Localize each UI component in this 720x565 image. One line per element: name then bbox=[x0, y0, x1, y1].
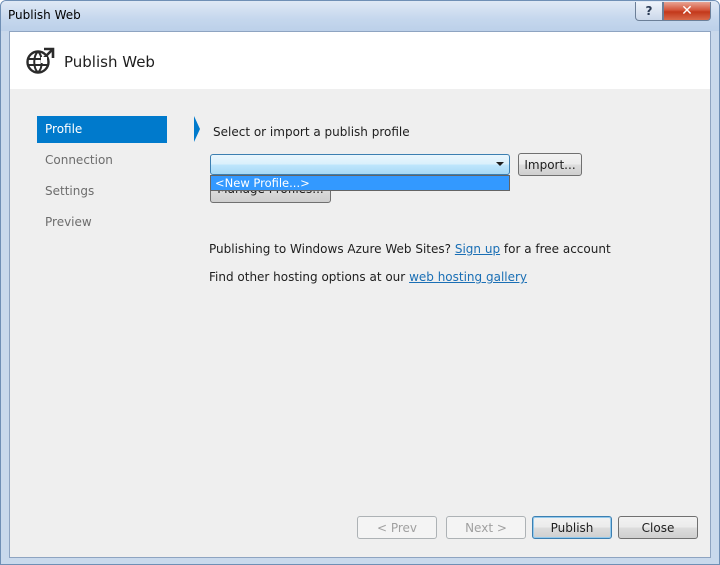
chevron-down-icon[interactable] bbox=[496, 162, 504, 166]
azure-line: Publishing to Windows Azure Web Sites? S… bbox=[209, 242, 611, 256]
publish-button[interactable]: Publish bbox=[532, 516, 612, 539]
signup-link[interactable]: Sign up bbox=[455, 242, 500, 256]
azure-suffix: for a free account bbox=[503, 242, 611, 256]
window-title: Publish Web bbox=[8, 8, 81, 22]
help-icon: ? bbox=[645, 4, 653, 18]
close-icon: ✕ bbox=[681, 3, 693, 19]
import-button[interactable]: Import... bbox=[518, 153, 582, 176]
globe-publish-icon bbox=[26, 47, 55, 74]
dialog-body: Publish Web Profile Connection Settings … bbox=[9, 31, 711, 558]
nav-item-label: Connection bbox=[45, 153, 113, 167]
profile-dropdown-list: <New Profile...> bbox=[210, 175, 510, 191]
dialog-header: Publish Web bbox=[10, 32, 710, 89]
publish-web-dialog: Publish Web ? ✕ Publish Web Profile Conn… bbox=[0, 0, 720, 565]
dropdown-option-new-profile[interactable]: <New Profile...> bbox=[211, 176, 509, 190]
window-close-button[interactable]: ✕ bbox=[663, 2, 711, 21]
close-button[interactable]: Close bbox=[618, 516, 698, 539]
nav-item-label: Preview bbox=[45, 215, 92, 229]
nav-item-profile[interactable]: Profile bbox=[37, 116, 200, 143]
prev-button[interactable]: < Prev bbox=[357, 516, 437, 539]
header-title: Publish Web bbox=[64, 53, 155, 71]
nav-item-preview[interactable]: Preview bbox=[37, 209, 167, 236]
next-button[interactable]: Next > bbox=[446, 516, 526, 539]
profile-combobox[interactable] bbox=[210, 154, 510, 175]
help-button[interactable]: ? bbox=[635, 2, 663, 21]
title-bar[interactable]: Publish Web ? ✕ bbox=[1, 1, 719, 31]
nav-active-arrow bbox=[194, 116, 200, 142]
nav-item-connection[interactable]: Connection bbox=[37, 147, 167, 174]
nav-item-settings[interactable]: Settings bbox=[37, 178, 167, 205]
profile-prompt: Select or import a publish profile bbox=[213, 125, 410, 139]
hosting-line: Find other hosting options at our web ho… bbox=[209, 270, 527, 284]
azure-text: Publishing to Windows Azure Web Sites? bbox=[209, 242, 452, 256]
hosting-text: Find other hosting options at our bbox=[209, 270, 406, 284]
hosting-gallery-link[interactable]: web hosting gallery bbox=[409, 270, 527, 284]
nav-item-label: Profile bbox=[45, 122, 83, 136]
nav-item-label: Settings bbox=[45, 184, 95, 198]
